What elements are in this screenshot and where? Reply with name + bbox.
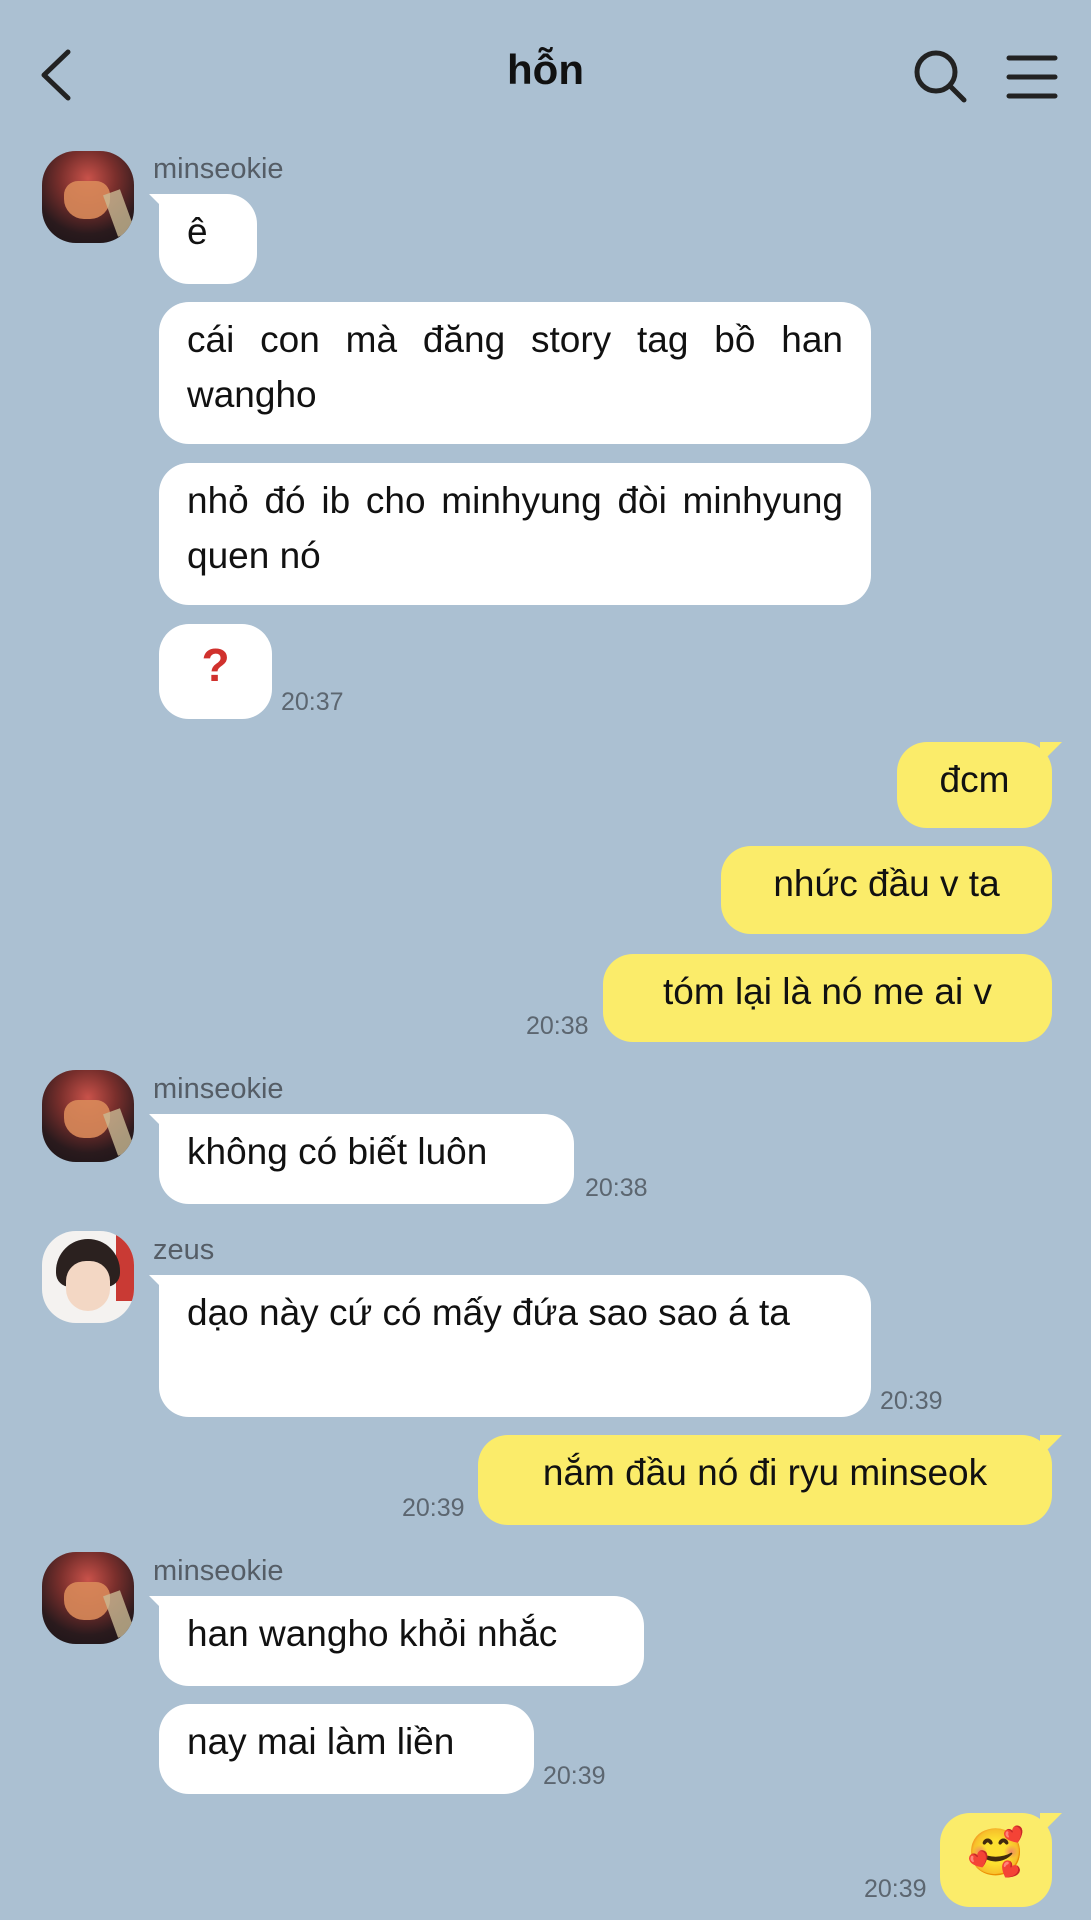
search-button[interactable] [910,46,970,106]
message-bubble[interactable]: dạo này cứ có mấy đứa sao sao á ta [149,1275,871,1417]
hamburger-menu-icon [1006,55,1058,99]
timestamp: 20:37 [281,688,344,716]
sender-name: minseokie [153,1073,284,1105]
avatar-minseokie[interactable] [42,151,134,243]
timestamp: 20:39 [543,1762,606,1790]
search-icon [914,50,967,103]
message-bubble[interactable]: nhỏ đó ib cho minhyung đòi minhyung quen… [159,463,871,605]
timestamp: 20:39 [402,1494,465,1522]
sender-name: minseokie [153,153,284,185]
timestamp: 20:38 [526,1012,589,1040]
message-bubble[interactable]: nhức đầu v ta [721,846,1052,934]
timestamp: 20:38 [585,1174,648,1202]
avatar-zeus[interactable] [42,1231,134,1323]
avatar-minseokie[interactable] [42,1070,134,1162]
sender-name: zeus [153,1234,215,1266]
question-mark-icon: ? [201,639,230,691]
message-bubble[interactable]: không có biết luôn [149,1114,574,1204]
message-bubble[interactable]: cái con mà đăng story tag bồ han wangho [159,302,871,444]
sender-name: minseokie [153,1555,284,1587]
message-bubble[interactable]: ê [149,194,257,284]
back-button[interactable] [30,40,90,110]
message-bubble[interactable]: nay mai làm liền [159,1704,534,1794]
timestamp: 20:39 [880,1387,943,1415]
message-bubble[interactable]: đcm [897,742,1062,828]
message-bubble[interactable]: nắm đầu nó đi ryu minseok [478,1435,1062,1525]
chevron-left-icon [41,49,71,101]
question-mark-bubble[interactable]: ? [159,624,272,719]
emoji-bubble[interactable]: 🥰 [940,1813,1062,1907]
message-bubble[interactable]: han wangho khỏi nhắc [149,1596,644,1686]
menu-button[interactable] [1005,50,1059,104]
chat-header: hỗn [0,0,1091,150]
message-bubble[interactable]: tóm lại là nó me ai v [603,954,1052,1042]
avatar-minseokie[interactable] [42,1552,134,1644]
timestamp: 20:39 [864,1875,927,1903]
